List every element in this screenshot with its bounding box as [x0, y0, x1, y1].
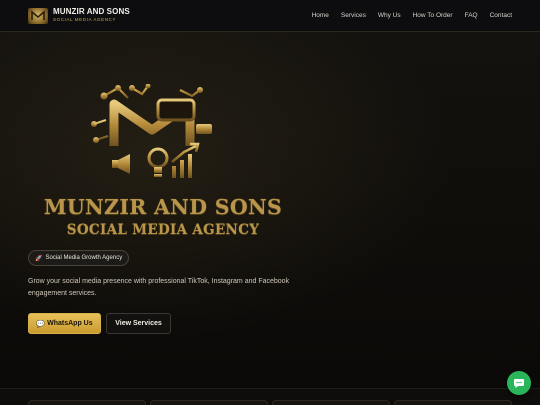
nav-link-why-us[interactable]: Why Us [378, 12, 401, 19]
nav-link-services[interactable]: Services [341, 12, 366, 19]
nav-link-faq[interactable]: FAQ [465, 12, 478, 19]
hero-logo-title: MUNZIR AND SONS [43, 195, 283, 219]
brand-name: MUNZIR AND SONS [53, 7, 130, 17]
agency-emblem-icon [91, 84, 212, 178]
service-card [28, 400, 146, 405]
brand-tagline: SOCIAL MEDIA AGENCY [53, 17, 116, 23]
hero-logo-subtitle: SOCIAL MEDIA AGENCY [66, 222, 260, 238]
nav-link-home[interactable]: Home [312, 12, 329, 19]
whatsapp-us-label: WhatsApp Us [47, 320, 93, 327]
hero-description: Grow your social media presence with pro… [28, 278, 290, 297]
hero-section: MUNZIR AND SONS SOCIAL MEDIA AGENCY 🚀 So… [0, 32, 540, 388]
whatsapp-chat-icon [514, 379, 524, 388]
view-services-label: View Services [115, 320, 162, 327]
badge-label: Social Media Growth Agency [45, 255, 123, 261]
agency-badge: 🚀 Social Media Growth Agency [28, 250, 130, 266]
nav-link-how-to-order[interactable]: How To Order [413, 12, 453, 19]
brand[interactable]: MUNZIR AND SONS SOCIAL MEDIA AGENCY [28, 7, 130, 24]
rocket-icon: 🚀 [35, 255, 43, 262]
whatsapp-chat-button[interactable] [507, 371, 531, 395]
view-services-button[interactable]: View Services [106, 313, 171, 334]
chat-icon: 💬 [36, 320, 46, 328]
service-card [272, 400, 390, 405]
brand-logo-icon [28, 7, 48, 24]
nav-link-contact[interactable]: Contact [490, 12, 512, 19]
service-card [150, 400, 268, 405]
main-nav: Home Services Why Us How To Order FAQ Co… [312, 12, 512, 19]
whatsapp-us-button[interactable]: 💬 WhatsApp Us [28, 313, 101, 334]
service-card [394, 400, 512, 405]
top-navbar: MUNZIR AND SONS SOCIAL MEDIA AGENCY Home… [0, 0, 540, 32]
